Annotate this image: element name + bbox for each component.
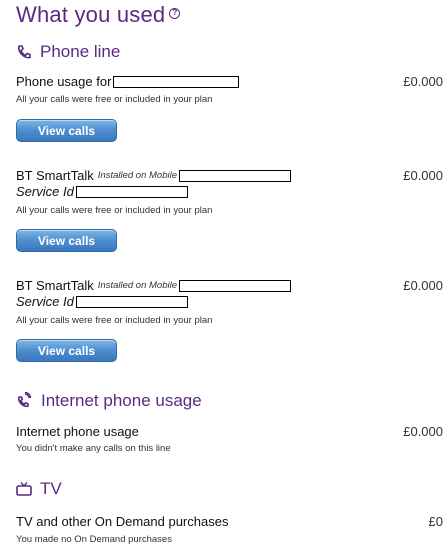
phone-handset-icon [17, 45, 31, 59]
service-id-label: Service Id [16, 184, 74, 199]
redacted-service-id [75, 185, 188, 198]
internet-phone-subtitle: You didn't make any calls on this line [16, 443, 171, 454]
section-internet-phone: Internet phone usage [16, 391, 202, 411]
tv-amount: £0 [428, 514, 443, 529]
phone-usage-label: Phone usage for [16, 74, 112, 89]
phone-usage-row: Phone usage for [16, 74, 240, 89]
internet-phone-amount: £0.000 [403, 424, 443, 439]
phone-usage-subtitle: All your calls were free or included in … [16, 94, 213, 105]
smarttalk-subtitle: All your calls were free or included in … [16, 315, 213, 326]
smarttalk-row: BT SmartTalk Installed on Mobile [16, 278, 291, 293]
view-calls-button[interactable]: View calls [16, 119, 117, 142]
redacted-device [179, 169, 291, 182]
view-calls-button[interactable]: View calls [16, 229, 117, 252]
service-id-row: Service Id [16, 294, 188, 309]
service-id-row: Service Id [16, 184, 188, 199]
section-internet-phone-title: Internet phone usage [41, 391, 202, 410]
smarttalk-tag: Installed on Mobile [97, 280, 177, 291]
smarttalk-title: BT SmartTalk [16, 168, 94, 183]
smarttalk-title: BT SmartTalk [16, 278, 94, 293]
page-title-text: What you used [16, 2, 166, 27]
smarttalk-tag: Installed on Mobile [97, 170, 177, 181]
phone-usage-amount: £0.000 [403, 74, 443, 89]
section-phone-line-title: Phone line [40, 42, 121, 61]
internet-phone-row-title: Internet phone usage [16, 424, 139, 439]
service-id-label: Service Id [16, 294, 74, 309]
tv-row-title: TV and other On Demand purchases [16, 514, 229, 529]
smarttalk-amount: £0.000 [403, 168, 443, 183]
smarttalk-amount: £0.000 [403, 278, 443, 293]
section-phone-line: Phone line [16, 42, 120, 62]
question-circle-icon[interactable]: ? [169, 7, 181, 19]
redacted-service-id [75, 295, 188, 308]
tv-subtitle: You made no On Demand purchases [16, 534, 172, 545]
smarttalk-subtitle: All your calls were free or included in … [16, 205, 213, 216]
redacted-number [113, 75, 240, 88]
section-tv: TV [16, 479, 62, 499]
internet-phone-icon [18, 392, 32, 408]
smarttalk-row: BT SmartTalk Installed on Mobile [16, 168, 291, 183]
redacted-device [179, 279, 291, 292]
page-title: What you used? [16, 2, 181, 28]
section-tv-title: TV [40, 479, 62, 498]
view-calls-button[interactable]: View calls [16, 339, 117, 362]
tv-icon [16, 482, 32, 496]
